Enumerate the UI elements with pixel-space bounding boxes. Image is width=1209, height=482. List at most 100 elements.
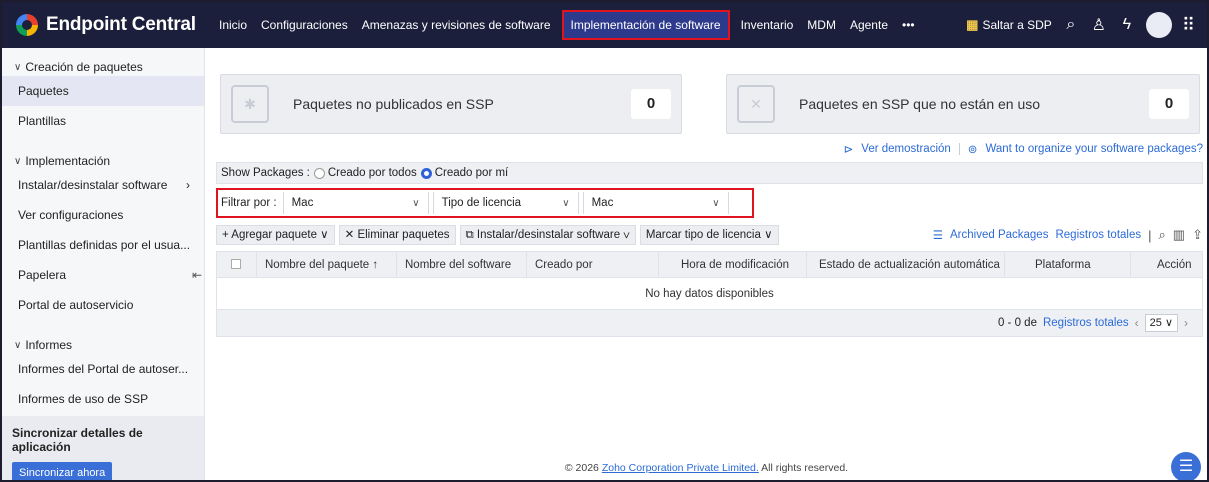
chevron-down-icon: ∨ xyxy=(14,155,22,167)
company-link[interactable]: Zoho Corporation Private Limited. xyxy=(602,462,759,474)
col-package-name[interactable]: Nombre del paquete ↑ xyxy=(257,251,397,278)
col-platform[interactable]: Plataforma xyxy=(1005,251,1131,278)
total-records-link[interactable]: Registros totales xyxy=(1055,229,1141,241)
column-chooser-icon[interactable]: ▥ xyxy=(1173,227,1185,243)
card-count: 0 xyxy=(631,89,671,119)
prev-page-icon[interactable]: ‹ xyxy=(1135,316,1139,330)
install-uninstall-button[interactable]: ⧉ Instalar/desinstalar software ∨ xyxy=(459,225,636,245)
table-footer: 0 - 0 de Registros totales ‹ 25 ∨ › xyxy=(217,310,1202,336)
top-navbar: Endpoint Central Inicio Configuraciones … xyxy=(2,2,1207,48)
nav-configuraciones[interactable]: Configuraciones xyxy=(254,10,355,40)
nav-inventario[interactable]: Inventario xyxy=(734,10,801,40)
packages-table: Nombre del paquete ↑ Nombre del software… xyxy=(216,251,1203,337)
bell-icon[interactable]: ♙ xyxy=(1090,15,1108,35)
nav-mdm[interactable]: MDM xyxy=(800,10,843,40)
nav-inicio[interactable]: Inicio xyxy=(212,10,254,40)
archived-packages-link[interactable]: Archived Packages xyxy=(950,229,1048,241)
bolt-icon[interactable]: ϟ xyxy=(1118,16,1136,34)
sync-title: Sincronizar detalles de aplicación xyxy=(12,426,143,454)
app-window: Endpoint Central Inicio Configuraciones … xyxy=(0,0,1209,482)
sidebar-item-plantillas[interactable]: Plantillas xyxy=(2,106,204,136)
col-modified-time[interactable]: Hora de modificación xyxy=(659,251,807,278)
records-range: 0 - 0 de xyxy=(997,317,1037,329)
chevron-down-icon: ∨ xyxy=(623,229,630,241)
main-content: ✱ Paquetes no publicados en SSP 0 ✕ Paqu… xyxy=(206,48,1207,480)
col-created-by[interactable]: Creado por xyxy=(527,251,659,278)
demo-link[interactable]: Ver demostración xyxy=(861,143,951,155)
organize-link[interactable]: Want to organize your software packages? xyxy=(985,143,1203,155)
card-unused-ssp[interactable]: ✕ Paquetes en SSP que no están en uso 0 xyxy=(726,74,1200,134)
sync-now-button[interactable]: Sincronizar ahora xyxy=(12,462,113,480)
avatar[interactable] xyxy=(1145,12,1172,38)
sidebar-item-portal[interactable]: Portal de autoservicio xyxy=(2,290,204,320)
sdp-icon: ▦ xyxy=(966,17,979,32)
delete-packages-button[interactable]: ✕ Eliminar paquetes xyxy=(338,225,456,245)
sidebar-section-informes[interactable]: ∨ Informes xyxy=(2,326,204,354)
chevron-down-icon: ∨ xyxy=(712,197,720,209)
sidebar-section-label: Informes xyxy=(25,338,73,352)
select-all-checkbox[interactable] xyxy=(231,259,241,270)
sidebar-item-papelera[interactable]: Papelera ⇤ xyxy=(2,260,204,290)
next-page-icon[interactable]: › xyxy=(1184,316,1188,330)
total-records-link[interactable]: Registros totales xyxy=(1043,317,1129,329)
filter-select-license[interactable]: Tipo de licencia ∨ xyxy=(432,192,579,214)
radio-label: Creado por mí xyxy=(434,167,509,179)
mark-license-button[interactable]: Marcar tipo de licencia ∨ xyxy=(639,225,779,245)
plus-icon: + xyxy=(222,229,229,241)
main-nav: Inicio Configuraciones Amenazas y revisi… xyxy=(212,2,922,48)
sidebar-item-ver-configuraciones[interactable]: Ver configuraciones xyxy=(2,200,204,230)
button-label: Agregar paquete xyxy=(231,229,317,241)
filter-value: Mac xyxy=(291,197,314,209)
col-auto-update-status[interactable]: Estado de actualización automática xyxy=(807,251,1005,278)
filter-label: Filtrar por : xyxy=(221,197,277,209)
export-icon[interactable]: ⇪ xyxy=(1192,227,1203,243)
card-unpublished-ssp[interactable]: ✱ Paquetes no publicados en SSP 0 xyxy=(220,74,682,134)
table-header: Nombre del paquete ↑ Nombre del software… xyxy=(217,251,1202,278)
radio-created-by-all[interactable] xyxy=(313,167,325,179)
help-menu-icon[interactable]: ☰ xyxy=(1171,452,1201,480)
apps-grid-icon[interactable]: ⠿ xyxy=(1182,15,1195,36)
column-label: Nombre del paquete xyxy=(265,258,370,271)
button-label: Eliminar paquetes xyxy=(357,229,450,241)
jump-to-sdp-label: Saltar a SDP xyxy=(982,18,1052,32)
nav-agente[interactable]: Agente xyxy=(843,10,895,40)
col-software-name[interactable]: Nombre del software xyxy=(397,251,527,278)
chevron-down-icon: ∨ xyxy=(14,61,22,73)
sidebar-item-instalar[interactable]: Instalar/desinstalar software › xyxy=(2,170,204,200)
filter-select-platform[interactable]: Mac ∨ xyxy=(282,192,429,214)
package-toolbar: + Agregar paquete ∨ ✕ Eliminar paquetes … xyxy=(216,224,1203,246)
collapse-sidebar-icon[interactable]: ⇤ xyxy=(192,260,202,290)
chevron-down-icon: ∨ xyxy=(562,197,570,209)
page-footer: © 2026 Zoho Corporation Private Limited.… xyxy=(206,462,1207,474)
jump-to-sdp-button[interactable]: ▦ Saltar a SDP xyxy=(966,17,1052,33)
sidebar-item-informes-portal[interactable]: Informes del Portal de autoser... xyxy=(2,354,204,384)
sidebar-section-implementacion[interactable]: ∨ Implementación xyxy=(2,142,204,170)
sidebar-section-label: Creación de paquetes xyxy=(25,60,143,74)
sidebar: ∨ Creación de paquetes Paquetes Plantill… xyxy=(2,48,205,480)
sidebar-item-plantillas-usuario[interactable]: Plantillas definidas por el usua... xyxy=(2,230,204,260)
search-icon[interactable]: ⌕ xyxy=(1062,16,1080,34)
radio-created-by-me[interactable] xyxy=(420,167,432,179)
toolbar-right: ☰ Archived Packages Registros totales | … xyxy=(933,227,1203,243)
sidebar-item-paquetes[interactable]: Paquetes xyxy=(2,76,204,106)
add-package-button[interactable]: + Agregar paquete ∨ xyxy=(216,225,335,245)
nav-more[interactable]: ••• xyxy=(895,10,922,40)
filter-bar: Filtrar por : Mac ∨ Tipo de licencia ∨ M… xyxy=(216,188,754,218)
chevron-down-icon: ∨ xyxy=(1164,317,1173,329)
sidebar-section-creacion[interactable]: ∨ Creación de paquetes xyxy=(2,48,204,76)
filter-select-os[interactable]: Mac ∨ xyxy=(582,192,729,214)
package-icon: ✱ xyxy=(231,85,269,123)
chevron-down-icon: ∨ xyxy=(764,229,773,241)
nav-implementacion-software[interactable]: Implementación de software xyxy=(561,10,730,40)
footer-copyright: © 2026 xyxy=(564,462,599,474)
sort-up-icon: ↑ xyxy=(372,258,379,271)
brand[interactable]: Endpoint Central xyxy=(2,14,212,36)
search-icon[interactable]: ⌕ xyxy=(1159,227,1166,243)
sidebar-item-informes-uso[interactable]: Informes de uso de SSP xyxy=(2,384,204,414)
chevron-down-icon: ∨ xyxy=(14,339,22,351)
nav-amenazas[interactable]: Amenazas y revisiones de software xyxy=(355,10,558,40)
page-size-select[interactable]: 25 ∨ xyxy=(1144,314,1178,332)
show-packages-row: Show Packages : Creado por todos Creado … xyxy=(216,162,1203,184)
top-right-tools: ▦ Saltar a SDP ⌕ ♙ ϟ ⠿ xyxy=(966,12,1207,38)
brand-name: Endpoint Central xyxy=(46,14,196,35)
